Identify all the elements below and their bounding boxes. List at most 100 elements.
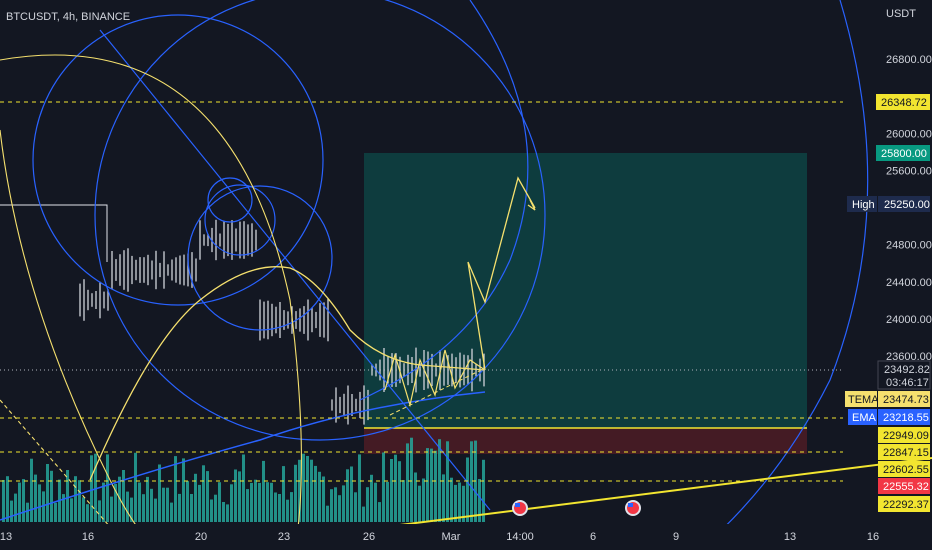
volume-bar <box>470 441 473 522</box>
volume-bar <box>338 495 341 522</box>
volume-bar <box>218 482 221 522</box>
volume-bar <box>406 443 409 522</box>
volume-bar <box>34 474 37 522</box>
volume-bar <box>186 481 189 522</box>
volume-bar <box>430 448 433 522</box>
volume-bar <box>270 482 273 522</box>
event-flag-1[interactable] <box>512 500 528 516</box>
volume-bar <box>322 476 325 522</box>
ema-tag: EMA <box>852 412 877 424</box>
price-tick-label: 26800.00 <box>886 54 932 66</box>
volume-bar <box>166 487 169 522</box>
symbol-title: BTCUSDT, 4h, BINANCE <box>6 11 130 23</box>
price-label-top: 26348.72 <box>876 94 930 110</box>
time-tick-label: 13 <box>784 531 796 543</box>
price-tick-label: 25600.00 <box>886 165 932 177</box>
ema-label: EMA 23218.55 <box>848 409 930 425</box>
volume-bar <box>418 485 421 522</box>
volume-bar <box>414 472 417 522</box>
time-tick-label: 26 <box>363 531 375 543</box>
volume-bar <box>26 502 29 522</box>
volume-bar <box>310 459 313 522</box>
volume-bar <box>458 482 461 522</box>
volume-bar <box>258 482 261 522</box>
volume-bar <box>454 484 457 522</box>
volume-bar <box>290 492 293 522</box>
tema-label: TEMA 23474.73 <box>845 391 930 407</box>
target-label: 25800.00 <box>876 145 930 161</box>
volume-bar <box>126 491 129 522</box>
volume-bar <box>198 484 201 522</box>
volume-bar <box>354 492 357 522</box>
volume-bar <box>182 458 185 522</box>
volume-bar <box>154 498 157 522</box>
volume-bar <box>422 478 425 522</box>
level-label-1-text: 22949.09 <box>883 430 929 442</box>
volume-bar <box>170 502 173 522</box>
price-tick-label: 26000.00 <box>886 128 932 140</box>
level-label-4-text: 22292.37 <box>883 499 929 511</box>
volume-bar <box>434 450 437 522</box>
volume-bar <box>358 454 361 522</box>
volume-bar <box>366 487 369 522</box>
time-tick-label: 6 <box>590 531 596 543</box>
volume-bar <box>202 465 205 522</box>
trading-chart[interactable]: BTCUSDT, 4h, BINANCE USDT 26800.00 26000.… <box>0 0 932 550</box>
volume-bar <box>162 487 165 522</box>
stop-label: 22555.32 <box>878 478 930 494</box>
volume-bar <box>394 454 397 522</box>
volume-bar <box>10 500 13 522</box>
volume-bar <box>466 457 469 522</box>
volume-bar <box>142 494 145 522</box>
time-tick-label: 16 <box>867 531 879 543</box>
volume-bar <box>70 498 73 522</box>
volume-bar <box>262 460 265 522</box>
volume-bar <box>350 466 353 522</box>
volume-bar <box>382 452 385 522</box>
volume-bar <box>122 470 125 522</box>
time-tick-label: 9 <box>673 531 679 543</box>
time-tick-label: 20 <box>195 531 207 543</box>
ema-value: 23218.55 <box>883 412 929 424</box>
volume-bar <box>266 482 269 522</box>
volume-bar <box>98 500 101 522</box>
volume-bar <box>386 481 389 522</box>
volume-bar <box>362 506 365 522</box>
volume-bar <box>46 464 49 522</box>
volume-bar <box>238 471 241 522</box>
level-label-3: 22602.55 <box>878 461 930 477</box>
volume-bar <box>442 474 445 522</box>
chart-root[interactable]: BTCUSDT, 4h, BINANCE USDT 26800.00 26000.… <box>0 0 932 550</box>
volume-bar <box>38 484 41 522</box>
volume-bar <box>398 461 401 522</box>
volume-bar <box>22 479 25 522</box>
volume-bar <box>54 502 57 522</box>
event-flag-2[interactable] <box>625 500 641 516</box>
tema-value: 23474.73 <box>883 394 929 406</box>
volume-bar <box>190 494 193 522</box>
volume-bar <box>330 489 333 522</box>
volume-bar <box>78 480 81 522</box>
price-tick-label: 24400.00 <box>886 277 932 289</box>
volume-bar <box>482 459 485 522</box>
price-label-top-text: 26348.72 <box>881 97 927 109</box>
time-tick-label: 16 <box>82 531 94 543</box>
volume-bar <box>250 482 253 522</box>
volume-bar <box>346 469 349 522</box>
time-axis-panel[interactable] <box>0 524 843 550</box>
currency-label: USDT <box>886 8 916 20</box>
volume-bar <box>306 456 309 522</box>
current-price-value: 23492.82 <box>884 364 930 376</box>
volume-bar <box>450 477 453 522</box>
volume-bar <box>282 466 285 522</box>
volume-bar <box>138 482 141 522</box>
tema-tag: TEMA <box>848 394 879 406</box>
volume-bar <box>246 489 249 522</box>
target-zone[interactable] <box>364 153 807 428</box>
volume-bar <box>102 482 105 522</box>
level-label-4: 22292.37 <box>878 496 930 512</box>
volume-bar <box>446 441 449 522</box>
volume-bar <box>90 455 93 522</box>
volume-bar <box>134 452 137 522</box>
volume-bar <box>390 459 393 522</box>
